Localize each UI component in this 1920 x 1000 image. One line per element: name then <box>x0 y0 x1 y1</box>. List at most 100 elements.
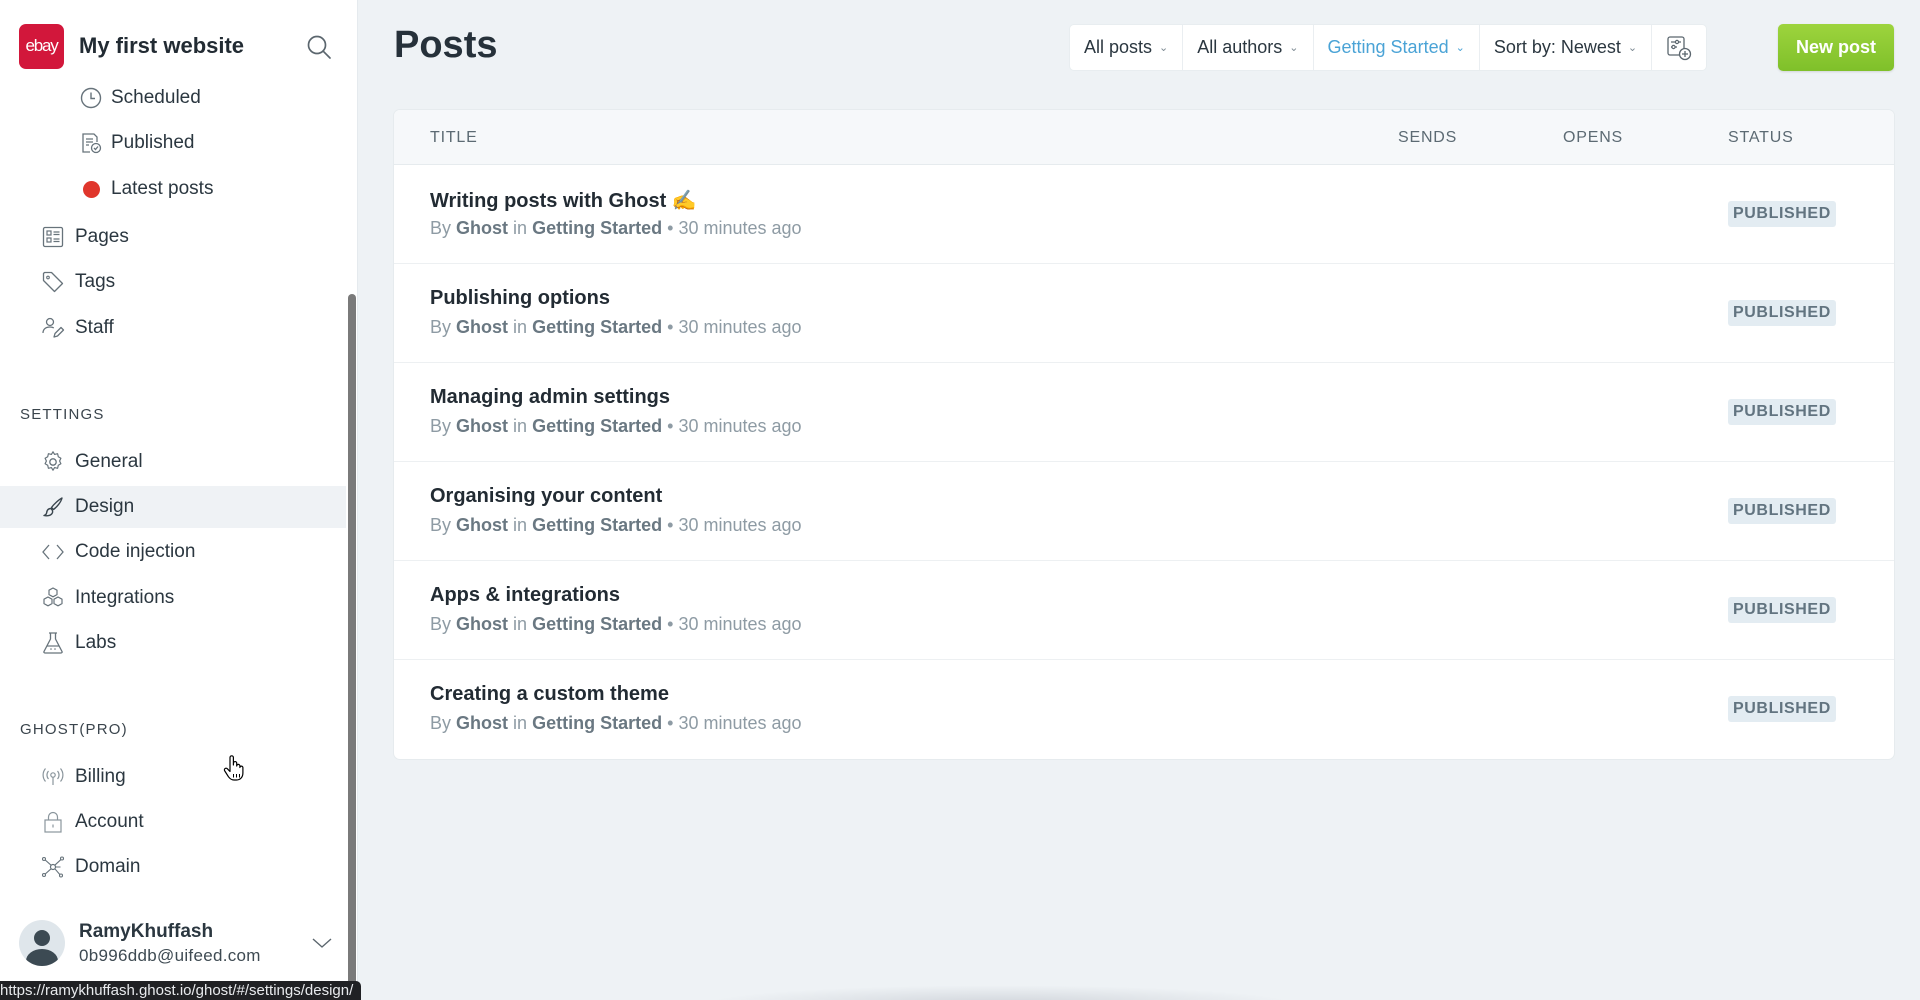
post-title[interactable]: Apps & integrations <box>430 584 620 607</box>
post-filters: All posts ⌄ All authors ⌄ Getting Started ⌄… <box>1070 25 1707 70</box>
filter-label: Sort by: Newest <box>1493 37 1621 57</box>
lock-icon <box>40 809 66 835</box>
meta-in: in <box>513 614 528 634</box>
post-time: 30 minutes ago <box>678 416 802 436</box>
meta-by: By <box>430 416 452 436</box>
table-row[interactable]: Apps & integrations By Ghost in Getting … <box>394 561 1894 660</box>
site-logo: ebay <box>19 23 64 69</box>
post-meta: By Ghost in Getting Started • 30 minutes… <box>430 218 802 239</box>
link-status-url: https://ramykhuffash.ghost.io/ghost/#/se… <box>0 981 362 1000</box>
post-tag: Getting Started <box>532 218 663 238</box>
post-time: 30 minutes ago <box>678 713 802 733</box>
meta-by: By <box>430 515 452 535</box>
post-title[interactable]: Creating a custom theme <box>430 683 669 706</box>
filter-tag-dropdown[interactable]: Getting Started ⌄ <box>1314 25 1480 70</box>
sidebar-item-design[interactable]: Design <box>0 486 346 528</box>
sidebar-item-integrations[interactable]: Integrations <box>0 577 346 619</box>
search-icon <box>307 35 331 59</box>
post-time: 30 minutes ago <box>678 614 802 634</box>
post-tag: Getting Started <box>532 317 663 337</box>
search-button[interactable] <box>305 33 333 61</box>
post-tag: Getting Started <box>532 515 663 535</box>
post-meta: By Ghost in Getting Started • 30 minutes… <box>430 713 802 734</box>
new-post-button[interactable]: New post <box>1778 24 1894 71</box>
sidebar-item-label: General <box>75 451 143 472</box>
sidebar-item-general[interactable]: General <box>0 441 346 483</box>
filter-label: All authors <box>1197 37 1283 57</box>
status-badge: PUBLISHED <box>1728 399 1836 425</box>
table-row[interactable]: Organising your content By Ghost in Gett… <box>394 462 1894 561</box>
user-name: RamyKhuffash <box>79 920 214 942</box>
clock-icon <box>78 85 104 111</box>
post-meta: By Ghost in Getting Started • 30 minutes… <box>430 317 802 338</box>
sidebar-item-scheduled[interactable]: Scheduled <box>0 77 346 119</box>
filter-label: All posts <box>1084 37 1153 57</box>
save-view-icon <box>1667 35 1692 60</box>
meta-separator: • <box>667 317 674 337</box>
sidebar-item-label: Published <box>111 132 195 153</box>
flask-icon <box>40 630 66 656</box>
post-author: Ghost <box>456 614 509 634</box>
tag-icon <box>40 269 66 295</box>
save-view-button[interactable] <box>1652 25 1706 70</box>
sidebar-item-tags[interactable]: Tags <box>0 261 346 303</box>
table-row[interactable]: Creating a custom theme By Ghost in Gett… <box>394 660 1894 759</box>
meta-by: By <box>430 713 452 733</box>
sidebar-item-billing[interactable]: Billing <box>0 756 346 798</box>
meta-in: in <box>513 713 528 733</box>
post-tag: Getting Started <box>532 614 663 634</box>
post-time: 30 minutes ago <box>678 317 802 337</box>
status-badge: PUBLISHED <box>1728 201 1836 227</box>
sidebar-item-domain[interactable]: Domain <box>0 846 346 888</box>
post-time: 30 minutes ago <box>678 515 802 535</box>
table-row[interactable]: Managing admin settings By Ghost in Gett… <box>394 363 1894 462</box>
network-icon <box>40 854 66 880</box>
meta-in: in <box>513 317 528 337</box>
post-title[interactable]: Organising your content <box>430 485 662 508</box>
user-menu[interactable]: RamyKhuffash 0b996ddb@uifeed.com <box>19 918 339 968</box>
sidebar-item-label: Account <box>75 811 144 832</box>
filter-author-dropdown[interactable]: All authors ⌄ <box>1183 25 1314 70</box>
table-row[interactable]: Publishing options By Ghost in Getting S… <box>394 264 1894 363</box>
chevron-down-icon: ⌄ <box>1455 42 1465 54</box>
red-dot-icon <box>78 176 104 202</box>
post-meta: By Ghost in Getting Started • 30 minutes… <box>430 416 802 437</box>
posts-table: TITLE SENDS OPENS STATUS Writing posts w… <box>394 110 1894 759</box>
sidebar-item-label: Integrations <box>75 587 175 608</box>
site-brand[interactable]: ebay My first website <box>19 23 244 69</box>
sidebar-item-labs[interactable]: Labs <box>0 622 346 664</box>
sidebar-item-latest-posts[interactable]: Latest posts <box>0 168 346 210</box>
sidebar-item-staff[interactable]: Staff <box>0 307 346 349</box>
sidebar-item-published[interactable]: Published <box>0 122 346 164</box>
column-header-title[interactable]: TITLE <box>430 129 478 147</box>
published-document-icon <box>78 130 104 156</box>
sidebar-item-code-injection[interactable]: Code injection <box>0 531 346 573</box>
filter-type-dropdown[interactable]: All posts ⌄ <box>1070 25 1184 70</box>
sidebar-item-pages[interactable]: Pages <box>0 216 346 258</box>
post-title[interactable]: Publishing options <box>430 287 610 310</box>
meta-in: in <box>513 218 528 238</box>
sidebar-item-account[interactable]: Account <box>0 801 346 843</box>
post-title[interactable]: Writing posts with Ghost ✍️ <box>430 188 697 213</box>
column-header-opens[interactable]: OPENS <box>1563 129 1623 147</box>
sidebar-scrollbar[interactable] <box>348 294 356 1000</box>
post-tag: Getting Started <box>532 416 663 436</box>
column-header-status[interactable]: STATUS <box>1728 129 1794 147</box>
code-icon <box>40 539 66 565</box>
chevron-down-icon[interactable] <box>311 932 333 954</box>
avatar <box>19 920 65 966</box>
sidebar-item-label: Code injection <box>75 541 196 562</box>
meta-separator: • <box>667 713 674 733</box>
status-badge: PUBLISHED <box>1728 597 1836 623</box>
sort-dropdown[interactable]: Sort by: Newest ⌄ <box>1480 25 1653 70</box>
post-meta: By Ghost in Getting Started • 30 minutes… <box>430 515 802 536</box>
meta-separator: • <box>667 416 674 436</box>
post-title[interactable]: Managing admin settings <box>430 386 670 409</box>
sidebar-item-label: Labs <box>75 632 117 653</box>
broadcast-icon <box>40 764 66 790</box>
bottom-shadow <box>700 985 1300 1000</box>
status-badge: PUBLISHED <box>1728 300 1836 326</box>
table-row[interactable]: Writing posts with Ghost ✍️ By Ghost in … <box>394 165 1894 264</box>
column-header-sends[interactable]: SENDS <box>1398 129 1457 147</box>
hand-cursor-icon <box>223 755 244 781</box>
